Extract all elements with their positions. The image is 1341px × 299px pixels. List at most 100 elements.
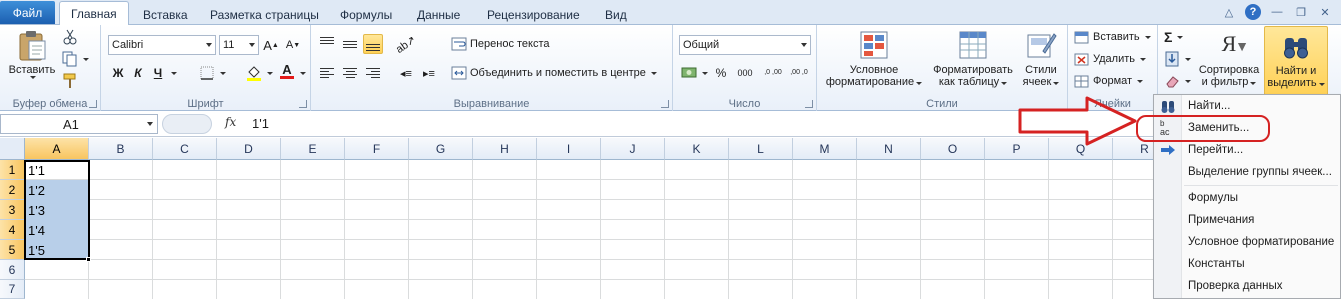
find-select-button[interactable]: Найти и выделить [1264,26,1328,96]
fill-dropdown-icon[interactable] [1185,57,1191,61]
alignment-launcher-icon[interactable] [661,100,669,108]
font-color-button[interactable]: A [277,61,297,81]
decrease-indent-button[interactable]: ◂≡ [396,63,416,83]
column-header-n[interactable]: N [857,138,921,160]
borders-button[interactable] [197,63,217,83]
tab-formulas[interactable]: Формулы [340,4,392,25]
tab-page-layout[interactable]: Разметка страницы [210,4,319,25]
fill-color-dropdown-icon[interactable] [267,72,273,75]
column-header-e[interactable]: E [281,138,345,160]
name-box[interactable]: A1 [0,114,158,134]
grow-font-button[interactable]: A ▲ [261,35,281,55]
format-painter-button[interactable] [62,71,78,91]
format-cells-dropdown-icon[interactable] [1137,79,1144,83]
font-color-dropdown-icon[interactable] [300,72,306,75]
collapse-ribbon-icon[interactable]: △ [1221,4,1237,20]
underline-button[interactable]: Ч [148,63,168,83]
paste-dropdown-icon[interactable] [30,76,36,79]
align-bottom-button[interactable] [363,34,383,54]
tab-home[interactable]: Главная [59,1,129,26]
help-icon[interactable]: ? [1245,4,1261,20]
font-launcher-icon[interactable] [299,100,307,108]
delete-cells-dropdown-icon[interactable] [1140,57,1146,61]
menu-item-comments[interactable]: Примечания [1154,209,1340,231]
insert-cells-button[interactable]: Вставить [1074,27,1151,47]
font-name-arrow-icon[interactable] [206,43,212,47]
column-header-f[interactable]: F [345,138,409,160]
font-size-combo[interactable]: 11 [219,35,259,55]
align-top-button[interactable] [317,34,337,54]
number-format-arrow-icon[interactable] [801,43,807,47]
insert-function-icon[interactable]: fx [225,115,236,129]
percent-button[interactable]: % [711,63,731,83]
increase-indent-button[interactable]: ▸≡ [419,63,439,83]
font-name-combo[interactable]: Calibri [108,35,216,55]
column-header-j[interactable]: J [601,138,665,160]
font-size-arrow-icon[interactable] [249,43,255,47]
menu-item-goto[interactable]: Перейти... [1154,139,1340,161]
bold-button[interactable]: Ж [108,63,128,83]
cell-area[interactable] [25,160,1341,299]
column-header-i[interactable]: I [537,138,601,160]
italic-button[interactable]: К [128,63,148,83]
row-header-1[interactable]: 1 [0,160,25,180]
autosum-button[interactable]: Σ [1164,27,1184,47]
menu-item-formulas[interactable]: Формулы [1154,187,1340,209]
fill-color-button[interactable] [244,63,264,83]
copy-dropdown-icon[interactable] [83,57,89,61]
clear-button[interactable] [1164,71,1191,91]
formula-input[interactable]: 1'1 [252,116,269,131]
increase-decimal-button[interactable]: ,0 ,00 [761,63,785,83]
tab-data[interactable]: Данные [417,4,460,25]
menu-item-data-validation[interactable]: Проверка данных [1154,275,1340,297]
wrap-text-button[interactable]: Перенос текста [451,34,550,54]
number-launcher-icon[interactable] [805,100,813,108]
menu-item-goto-special[interactable]: Выделение группы ячеек... [1154,161,1340,183]
conditional-dropdown-icon[interactable] [916,82,923,85]
copy-button[interactable] [62,49,89,69]
menu-item-find[interactable]: Найти... [1154,95,1340,117]
column-header-m[interactable]: M [793,138,857,160]
minimize-icon[interactable]: — [1269,4,1285,20]
column-header-b[interactable]: B [89,138,153,160]
conditional-formatting-button[interactable]: Условное форматирование [823,29,925,88]
merge-dropdown-icon[interactable] [650,71,657,75]
menu-item-conditional-formatting[interactable]: Условное форматирование [1154,231,1340,253]
column-header-o[interactable]: O [921,138,985,160]
row-header-7[interactable]: 7 [0,280,25,299]
currency-button[interactable] [679,63,699,83]
name-box-arrow-icon[interactable] [147,122,153,126]
format-cells-button[interactable]: Формат [1074,71,1144,91]
delete-cells-button[interactable]: Удалить [1074,49,1146,69]
row-header-2[interactable]: 2 [0,180,25,200]
column-header-k[interactable]: K [665,138,729,160]
column-header-d[interactable]: D [217,138,281,160]
shrink-font-button[interactable]: A ▼ [283,35,303,55]
restore-icon[interactable]: ❐ [1293,4,1309,20]
row-header-6[interactable]: 6 [0,260,25,280]
clear-dropdown-icon[interactable] [1185,79,1191,83]
align-middle-button[interactable] [340,34,360,54]
column-header-h[interactable]: H [473,138,537,160]
column-header-a[interactable]: A [25,138,89,160]
row-header-3[interactable]: 3 [0,200,25,220]
sort-filter-button[interactable]: Я ▼ Сортировка и фильтр [1194,29,1264,88]
row-header-4[interactable]: 4 [0,220,25,240]
cell-a5[interactable]: 1'5 [25,240,89,260]
as-table-dropdown-icon[interactable] [1001,82,1008,85]
formula-bar-handle[interactable] [162,114,212,134]
paste-button[interactable]: Вставить [6,29,58,79]
cut-button[interactable] [62,27,78,47]
orientation-button[interactable]: ab↗ [394,33,418,55]
select-all-corner[interactable] [0,138,25,160]
find-dropdown-icon[interactable] [1318,83,1325,86]
align-right-button[interactable] [363,63,383,83]
fill-handle[interactable] [86,257,91,262]
column-header-l[interactable]: L [729,138,793,160]
close-icon[interactable]: ✕ [1317,4,1333,20]
insert-cells-dropdown-icon[interactable] [1144,35,1151,39]
cell-a1[interactable]: 1'1 [25,160,89,180]
decrease-decimal-button[interactable]: ,00 ,0 [787,63,811,83]
cell-styles-button[interactable]: Стили ячеек [1018,29,1064,88]
cell-styles-dropdown-icon[interactable] [1053,82,1060,85]
